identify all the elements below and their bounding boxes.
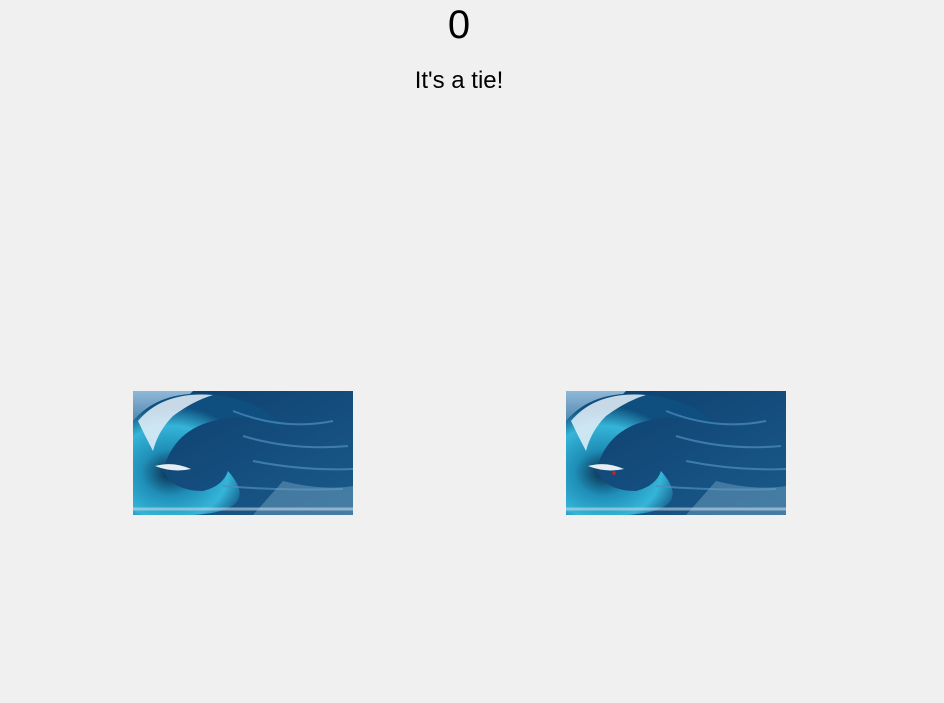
wave-icon [133,391,353,515]
result-message: It's a tie! [414,67,504,94]
score-counter: 0 [447,3,471,47]
wave-icon [566,391,786,515]
player-choice-wave[interactable] [133,391,353,515]
computer-choice-wave[interactable] [566,391,786,515]
